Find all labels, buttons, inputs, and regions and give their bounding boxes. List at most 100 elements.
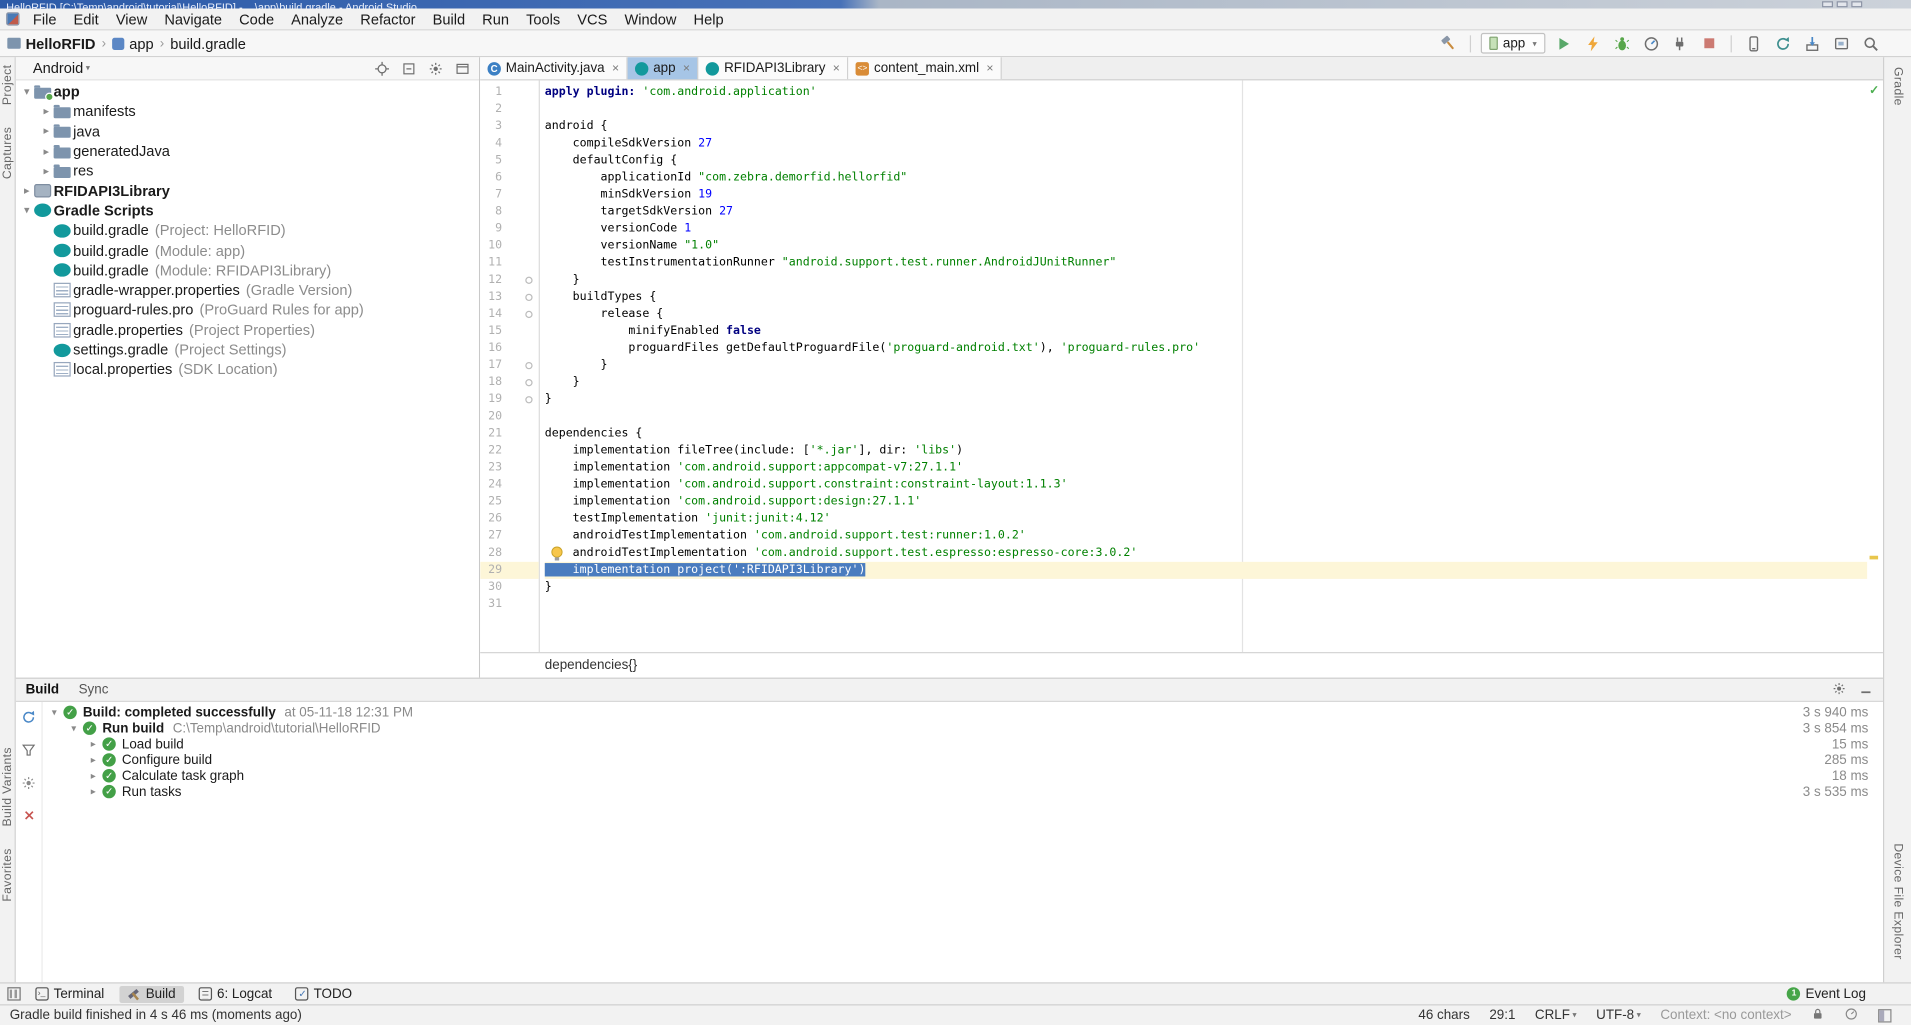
toolwindow-button-build[interactable]: Build: [119, 985, 184, 1002]
warning-stripe-mark[interactable]: [1870, 556, 1879, 560]
tree-expanded-arrow-icon[interactable]: ▾: [20, 85, 35, 98]
menu-item-navigate[interactable]: Navigate: [156, 9, 231, 30]
editor-breadcrumb[interactable]: dependencies{}: [480, 652, 1883, 678]
code-line[interactable]: android {: [545, 118, 1867, 135]
close-button[interactable]: [1851, 1, 1862, 7]
gutter-line[interactable]: 9: [480, 221, 539, 238]
code-line[interactable]: }: [545, 272, 1867, 289]
code-line[interactable]: implementation fileTree(include: ['*.jar…: [545, 442, 1867, 459]
code-line[interactable]: implementation 'com.android.support:appc…: [545, 459, 1867, 476]
menu-item-help[interactable]: Help: [685, 9, 732, 30]
tree-item-gradle-wrapper-properties[interactable]: gradle-wrapper.properties(Gradle Version…: [16, 280, 479, 300]
code-line[interactable]: release {: [545, 306, 1867, 323]
editor-tab-content-main-xml[interactable]: <>content_main.xml×: [848, 57, 1002, 79]
code-line[interactable]: buildTypes {: [545, 289, 1867, 306]
locate-file-icon[interactable]: [374, 60, 390, 76]
gutter-line[interactable]: 3: [480, 118, 539, 135]
gutter-line[interactable]: 12: [480, 272, 539, 289]
gear-icon[interactable]: [1832, 681, 1847, 699]
menu-item-code[interactable]: Code: [231, 9, 283, 30]
code-line[interactable]: versionName "1.0": [545, 238, 1867, 255]
code-line[interactable]: implementation 'com.android.support.cons…: [545, 477, 1867, 494]
gutter-line[interactable]: 13: [480, 289, 539, 306]
menu-item-edit[interactable]: Edit: [65, 9, 107, 30]
menu-item-refactor[interactable]: Refactor: [352, 9, 424, 30]
code-line[interactable]: apply plugin: 'com.android.application': [545, 84, 1867, 101]
toolwindow-stripe-button-gradle[interactable]: Gradle: [1891, 67, 1904, 106]
lock-icon[interactable]: [1811, 1006, 1824, 1024]
gradle-sync-button[interactable]: [1771, 32, 1794, 55]
run-button[interactable]: [1551, 32, 1574, 55]
toolwindow-button-terminal[interactable]: Terminal: [27, 985, 113, 1002]
tree-item-app[interactable]: ▾app: [16, 82, 479, 102]
gutter-line[interactable]: 27: [480, 528, 539, 545]
tree-item-generatedjava[interactable]: ▸generatedJava: [16, 141, 479, 161]
gutter-line[interactable]: 16: [480, 340, 539, 357]
code-line[interactable]: }: [545, 357, 1867, 374]
toolwindow-stripe-button-device-file-explorer[interactable]: Device File Explorer: [1891, 843, 1904, 959]
code-line[interactable]: testImplementation 'junit:junit:4.12': [545, 511, 1867, 528]
build-tree-row-calculate-task-graph[interactable]: ▸✓Calculate task graph18 ms: [43, 768, 1883, 784]
tree-collapsed-arrow-icon[interactable]: ▸: [39, 105, 54, 118]
build-tree-row-run-tasks[interactable]: ▸✓Run tasks3 s 535 ms: [43, 784, 1883, 800]
tree-item-build-gradle[interactable]: build.gradle(Module: RFIDAPI3Library): [16, 260, 479, 280]
editor-tab-app[interactable]: app×: [628, 57, 699, 79]
profiler-button[interactable]: [1639, 32, 1662, 55]
code-line[interactable]: [545, 101, 1867, 118]
breadcrumb-item-app[interactable]: app: [112, 35, 153, 52]
gutter-line[interactable]: 26: [480, 511, 539, 528]
tree-item-gradle-scripts[interactable]: ▾Gradle Scripts: [16, 201, 479, 221]
build-tree-row-build-completed-successfully[interactable]: ▾✓Build: completed successfullyat 05-11-…: [43, 704, 1883, 720]
toolwindow-stripe-button-favorites[interactable]: Favorites: [1, 848, 14, 901]
avd-manager-button[interactable]: [1742, 32, 1765, 55]
tree-collapsed-arrow-icon[interactable]: ▸: [39, 125, 54, 138]
toolwindow-stripe-button-build-variants[interactable]: Build Variants: [1, 747, 14, 826]
code-editor[interactable]: apply plugin: 'com.android.application' a…: [540, 80, 1867, 613]
gutter-line[interactable]: 5: [480, 152, 539, 169]
tree-item-proguard-rules-pro[interactable]: proguard-rules.pro(ProGuard Rules for ap…: [16, 300, 479, 320]
code-line[interactable]: }: [545, 391, 1867, 408]
toolwindow-button-event-log[interactable]: 1Event Log: [1779, 985, 1875, 1002]
tree-item-rfidapi3library[interactable]: ▸RFIDAPI3Library: [16, 181, 479, 201]
tree-item-gradle-properties[interactable]: gradle.properties(Project Properties): [16, 320, 479, 340]
editor-tab-mainactivity-java[interactable]: CMainActivity.java×: [480, 57, 627, 79]
gutter-line[interactable]: 21: [480, 425, 539, 442]
collapsed-arrow-icon[interactable]: ▸: [87, 770, 100, 781]
gutter-line[interactable]: 17: [480, 357, 539, 374]
code-line[interactable]: defaultConfig {: [545, 152, 1867, 169]
code-line[interactable]: }: [545, 579, 1867, 596]
close-icon[interactable]: ×: [612, 62, 619, 75]
gutter-line[interactable]: 19: [480, 391, 539, 408]
expanded-arrow-icon[interactable]: ▾: [48, 707, 61, 718]
toolwindow-button-6-logcat[interactable]: 6: Logcat: [190, 985, 281, 1002]
gutter-line[interactable]: 30: [480, 579, 539, 596]
tree-item-java[interactable]: ▸java: [16, 121, 479, 141]
code-line[interactable]: proguardFiles getDefaultProguardFile('pr…: [545, 340, 1867, 357]
editor-body[interactable]: 1234567891011121314151617181920212223242…: [480, 80, 1883, 652]
toggle-toolwindows-icon[interactable]: [1878, 1009, 1891, 1022]
tree-item-build-gradle[interactable]: build.gradle(Project: HelloRFID): [16, 221, 479, 241]
menu-item-file[interactable]: File: [24, 9, 65, 30]
line-ending-selector[interactable]: CRLF ▾: [1535, 1008, 1577, 1023]
gutter-line[interactable]: 11: [480, 255, 539, 272]
gutter-line[interactable]: 28: [480, 545, 539, 562]
menu-item-analyze[interactable]: Analyze: [283, 9, 352, 30]
build-tree-row-configure-build[interactable]: ▸✓Configure build285 ms: [43, 752, 1883, 768]
code-line[interactable]: [545, 408, 1867, 425]
tree-collapsed-arrow-icon[interactable]: ▸: [39, 164, 54, 177]
window-titlebar[interactable]: HelloRFID [C:\Temp\android\tutorial\Hell…: [0, 0, 1911, 9]
caret-position-indicator[interactable]: 29:1: [1489, 1008, 1515, 1023]
build-tree-row-run-build[interactable]: ▾✓Run buildC:\Temp\android\tutorial\Hell…: [43, 720, 1883, 736]
expanded-arrow-icon[interactable]: ▾: [67, 723, 80, 734]
code-line[interactable]: }: [545, 374, 1867, 391]
intention-bulb-icon[interactable]: [550, 546, 565, 562]
code-line[interactable]: versionCode 1: [545, 221, 1867, 238]
code-line[interactable]: minSdkVersion 19: [545, 186, 1867, 203]
filter-icon[interactable]: [21, 742, 37, 762]
menu-item-window[interactable]: Window: [616, 9, 685, 30]
gutter-line[interactable]: 29: [480, 562, 539, 579]
code-line[interactable]: [545, 596, 1867, 613]
close-icon[interactable]: [21, 808, 36, 826]
memory-indicator-icon[interactable]: [1844, 1006, 1859, 1024]
hide-panel-icon[interactable]: [455, 60, 471, 76]
